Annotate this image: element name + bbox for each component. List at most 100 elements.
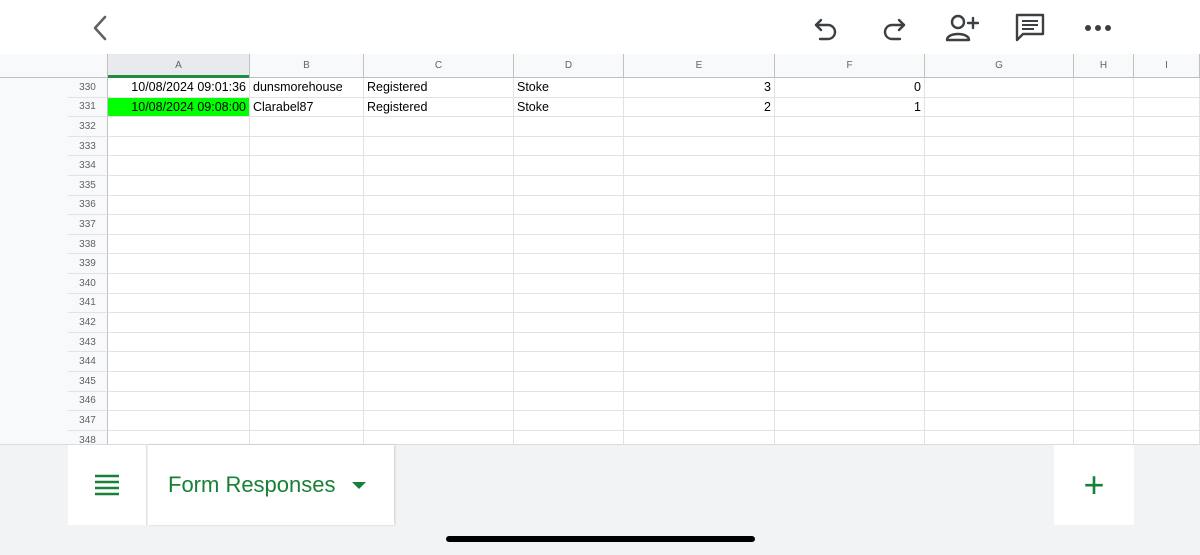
all-sheets-button[interactable]: [68, 445, 147, 525]
cell-f344[interactable]: [775, 352, 925, 372]
cell-f348[interactable]: [775, 430, 925, 444]
cell-c347[interactable]: [364, 411, 514, 431]
cell-g332[interactable]: [925, 117, 1074, 137]
cell-e338[interactable]: [624, 234, 775, 255]
cell-a335[interactable]: [108, 176, 250, 196]
cell-a330[interactable]: 10/08/2024 09:01:36: [108, 78, 250, 98]
row-header[interactable]: 338: [68, 234, 108, 255]
cell-d344[interactable]: [514, 352, 624, 372]
cell-g336[interactable]: [925, 195, 1074, 216]
row-header[interactable]: 341: [68, 293, 108, 314]
cell-d346[interactable]: [514, 391, 624, 412]
row-header[interactable]: 346: [68, 391, 108, 412]
cell-e347[interactable]: [624, 411, 775, 431]
sheet-tab-form-responses[interactable]: Form Responses: [148, 445, 394, 525]
cell-f334[interactable]: [775, 156, 925, 176]
cell-a341[interactable]: [108, 293, 250, 314]
cell-e334[interactable]: [624, 156, 775, 176]
cell-a331[interactable]: 10/08/2024 09:08:00: [108, 97, 250, 118]
cell-b330[interactable]: dunsmorehouse: [250, 78, 364, 98]
cell-f331[interactable]: 1: [775, 97, 925, 118]
row-header[interactable]: 345: [68, 372, 108, 392]
cell-h342[interactable]: [1074, 313, 1134, 333]
cell-d334[interactable]: [514, 156, 624, 176]
cell-f337[interactable]: [775, 215, 925, 235]
cell-i347[interactable]: [1134, 411, 1200, 431]
cell-d333[interactable]: [514, 136, 624, 157]
cell-h331[interactable]: [1074, 97, 1134, 118]
undo-icon[interactable]: [806, 8, 846, 48]
cell-d335[interactable]: [514, 176, 624, 196]
cell-f336[interactable]: [775, 195, 925, 216]
cell-i335[interactable]: [1134, 176, 1200, 196]
cell-g335[interactable]: [925, 176, 1074, 196]
row-header[interactable]: 334: [68, 156, 108, 176]
cell-i348[interactable]: [1134, 430, 1200, 444]
cell-g337[interactable]: [925, 215, 1074, 235]
column-header-f[interactable]: F: [775, 54, 925, 77]
cell-i330[interactable]: [1134, 78, 1200, 98]
cell-f343[interactable]: [775, 332, 925, 353]
cell-e342[interactable]: [624, 313, 775, 333]
cell-b341[interactable]: [250, 293, 364, 314]
cell-d337[interactable]: [514, 215, 624, 235]
cell-d348[interactable]: [514, 430, 624, 444]
cell-h335[interactable]: [1074, 176, 1134, 196]
more-dots-icon[interactable]: [1078, 8, 1118, 48]
cell-b332[interactable]: [250, 117, 364, 137]
cell-a348[interactable]: [108, 430, 250, 444]
cell-e331[interactable]: 2: [624, 97, 775, 118]
cell-g343[interactable]: [925, 332, 1074, 353]
cell-c344[interactable]: [364, 352, 514, 372]
cell-g342[interactable]: [925, 313, 1074, 333]
cell-b344[interactable]: [250, 352, 364, 372]
cell-b331[interactable]: Clarabel87: [250, 97, 364, 118]
cell-b337[interactable]: [250, 215, 364, 235]
add-person-icon[interactable]: [942, 8, 982, 48]
row-header[interactable]: 339: [68, 254, 108, 274]
cell-g334[interactable]: [925, 156, 1074, 176]
cell-a339[interactable]: [108, 254, 250, 274]
cell-g333[interactable]: [925, 136, 1074, 157]
cell-h333[interactable]: [1074, 136, 1134, 157]
cell-f342[interactable]: [775, 313, 925, 333]
cell-c338[interactable]: [364, 234, 514, 255]
cell-a342[interactable]: [108, 313, 250, 333]
cell-g346[interactable]: [925, 391, 1074, 412]
cell-f335[interactable]: [775, 176, 925, 196]
cell-b334[interactable]: [250, 156, 364, 176]
cell-h341[interactable]: [1074, 293, 1134, 314]
comment-icon[interactable]: [1010, 8, 1050, 48]
cell-a337[interactable]: [108, 215, 250, 235]
cell-f346[interactable]: [775, 391, 925, 412]
column-header-a[interactable]: A: [108, 54, 250, 78]
cell-e336[interactable]: [624, 195, 775, 216]
cell-i332[interactable]: [1134, 117, 1200, 137]
cell-i346[interactable]: [1134, 391, 1200, 412]
cell-c342[interactable]: [364, 313, 514, 333]
cell-h337[interactable]: [1074, 215, 1134, 235]
cell-a336[interactable]: [108, 195, 250, 216]
cell-c333[interactable]: [364, 136, 514, 157]
row-header[interactable]: 337: [68, 215, 108, 235]
cell-d339[interactable]: [514, 254, 624, 274]
row-header[interactable]: 336: [68, 195, 108, 216]
cell-d331[interactable]: Stoke: [514, 97, 624, 118]
cell-g331[interactable]: [925, 97, 1074, 118]
row-header[interactable]: 335: [68, 176, 108, 196]
cell-d343[interactable]: [514, 332, 624, 353]
cell-e344[interactable]: [624, 352, 775, 372]
cell-c336[interactable]: [364, 195, 514, 216]
cell-a332[interactable]: [108, 117, 250, 137]
cell-g347[interactable]: [925, 411, 1074, 431]
cell-i336[interactable]: [1134, 195, 1200, 216]
cell-d340[interactable]: [514, 274, 624, 294]
cell-i341[interactable]: [1134, 293, 1200, 314]
cell-g340[interactable]: [925, 274, 1074, 294]
cell-b345[interactable]: [250, 372, 364, 392]
row-header[interactable]: 332: [68, 117, 108, 137]
cell-h340[interactable]: [1074, 274, 1134, 294]
cell-h347[interactable]: [1074, 411, 1134, 431]
cell-b339[interactable]: [250, 254, 364, 274]
cell-e348[interactable]: [624, 430, 775, 444]
